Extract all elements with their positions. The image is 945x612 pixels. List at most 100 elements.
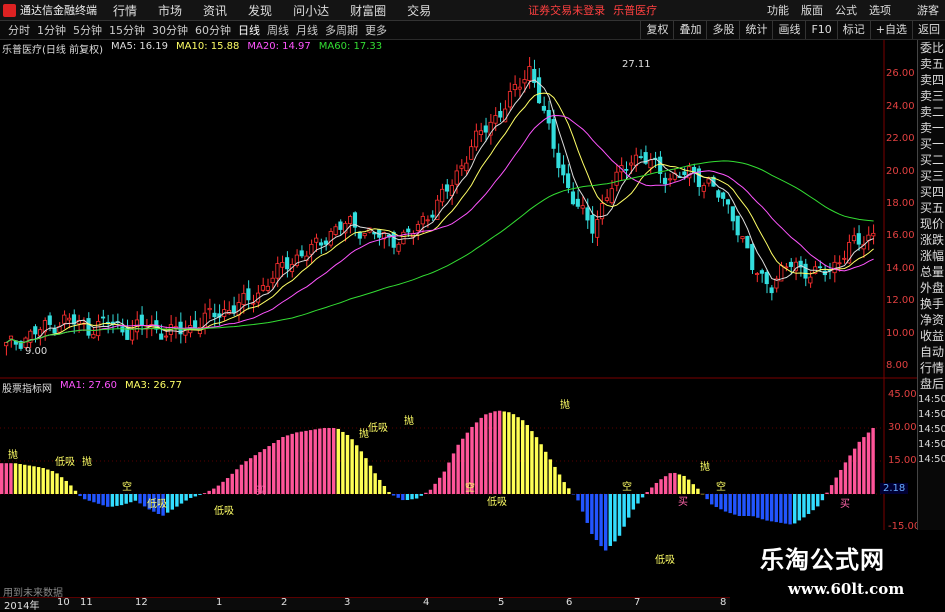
side-panel-item[interactable]: 14:50 xyxy=(918,422,945,437)
price-tick-label: 16.00 xyxy=(886,230,915,242)
indicator-bar xyxy=(13,463,18,494)
quote-side-panel[interactable]: 委比 卖五 卖四 卖三 卖二 卖一 买一 买二 买三 买四 买五 现价 涨跌 涨幅 总量 外盘 换手 净资 收益 自动… xyxy=(917,40,945,609)
indicator-bar xyxy=(202,493,207,494)
side-panel-item[interactable]: 14:50 xyxy=(918,452,945,467)
candle-body xyxy=(706,178,711,184)
indicator-bar xyxy=(723,494,728,512)
price-chart-svg[interactable]: 27.119.00抛低吸 抛空低吸低吸买抛低吸抛空低吸抛空低吸买抛空买 xyxy=(0,0,917,609)
date-tick-label: 1 xyxy=(216,597,223,608)
date-tick-label: 7 xyxy=(634,597,641,608)
price-tick-label: 14.00 xyxy=(886,262,915,274)
price-tick-label: 12.00 xyxy=(886,295,915,307)
side-panel-item[interactable]: 总量 xyxy=(918,264,945,280)
side-panel-item[interactable]: 涨跌 xyxy=(918,232,945,248)
indicator-bar xyxy=(230,473,234,494)
side-panel-item[interactable]: 买一 xyxy=(918,136,945,152)
candle-body xyxy=(444,184,450,192)
candle-body xyxy=(701,185,706,192)
indicator-bar xyxy=(839,469,843,494)
candle-body xyxy=(391,231,396,248)
indicator-bar xyxy=(673,472,677,494)
high-price-label: 27.11 xyxy=(622,59,651,70)
candle-body xyxy=(91,333,96,339)
side-panel-item[interactable]: 委比 xyxy=(918,40,945,56)
candle-body xyxy=(96,321,101,337)
indicator-bar xyxy=(797,494,802,521)
side-panel-item[interactable]: 收益 xyxy=(918,328,945,344)
indicator-bar xyxy=(742,494,746,516)
side-panel-item[interactable]: 卖一 xyxy=(918,120,945,136)
side-panel-item[interactable]: 现价 xyxy=(918,216,945,232)
candle-body xyxy=(517,86,522,90)
side-panel-item[interactable]: 换手 xyxy=(918,296,945,312)
side-panel-item[interactable]: 自动 xyxy=(918,344,945,360)
side-panel-item[interactable]: 买五 xyxy=(918,200,945,216)
guest-label[interactable]: 游客 xyxy=(917,2,939,18)
date-tick-label: 11 xyxy=(80,597,93,608)
indicator-bar xyxy=(438,477,442,494)
indicator-bar xyxy=(318,428,322,494)
candle-body xyxy=(556,152,561,169)
candle-body xyxy=(769,287,774,294)
indicator-bar xyxy=(617,494,622,536)
side-panel-item[interactable]: 行情 xyxy=(918,360,945,376)
indicator-bar xyxy=(221,481,225,494)
candle-body xyxy=(561,164,566,176)
candle-body xyxy=(406,228,411,233)
indicator-bar xyxy=(373,473,377,494)
indicator-bar xyxy=(737,494,742,516)
side-panel-item[interactable]: 14:50 xyxy=(918,407,945,422)
side-panel-item[interactable]: 净资 xyxy=(918,312,945,328)
indicator-bar xyxy=(64,480,68,494)
indicator-signal-label: 空 xyxy=(622,480,632,493)
side-panel-item[interactable]: 盘后 xyxy=(918,376,945,392)
candle-body xyxy=(459,165,464,169)
indicator-tick-label: 15.00 xyxy=(888,455,917,466)
side-panel-item[interactable]: 外盘 xyxy=(918,280,945,296)
indicator-bar xyxy=(539,444,543,494)
indicator-signal-label: 抛 xyxy=(700,460,710,473)
indicator-bar xyxy=(364,458,368,494)
indicator-bar xyxy=(686,479,691,494)
indicator-bar xyxy=(193,494,198,497)
indicator-bar xyxy=(640,494,645,498)
candle-body xyxy=(662,177,668,185)
candle-body xyxy=(52,328,57,334)
side-panel-item[interactable]: 卖三 xyxy=(918,88,945,104)
indicator-bar xyxy=(774,494,778,523)
indicator-signal-label: 低吸 xyxy=(487,495,507,508)
ma10-line xyxy=(6,92,874,344)
candle-body xyxy=(541,105,546,111)
candle-body xyxy=(469,146,474,160)
indicator-bar xyxy=(857,441,861,494)
indicator-bar xyxy=(401,494,405,501)
side-panel-item[interactable]: 买四 xyxy=(918,184,945,200)
side-panel-item[interactable]: 涨幅 xyxy=(918,248,945,264)
candle-body xyxy=(314,237,319,243)
indicator-bar xyxy=(650,487,654,494)
candle-body xyxy=(348,216,353,225)
candle-body xyxy=(100,316,106,319)
indicator-bar xyxy=(442,471,447,494)
indicator-bar xyxy=(378,479,382,494)
indicator-bar xyxy=(663,476,668,494)
side-panel-item[interactable]: 买二 xyxy=(918,152,945,168)
side-panel-item[interactable]: 卖五 xyxy=(918,56,945,72)
side-panel-item[interactable]: 14:50 xyxy=(918,437,945,452)
indicator-bar xyxy=(461,438,465,494)
indicator-signal-label: 抛 xyxy=(82,455,92,468)
candle-body xyxy=(551,118,556,149)
indicator-bar xyxy=(733,494,737,515)
side-panel-item[interactable]: 卖二 xyxy=(918,104,945,120)
indicator-bar xyxy=(576,494,580,501)
side-panel-item[interactable]: 买三 xyxy=(918,168,945,184)
candle-body xyxy=(333,226,338,235)
candle-body xyxy=(498,111,503,118)
indicator-bar xyxy=(115,494,119,506)
candle-body xyxy=(609,188,614,204)
candle-body xyxy=(522,79,527,84)
candle-body xyxy=(241,292,246,305)
side-panel-item[interactable]: 卖四 xyxy=(918,72,945,88)
side-panel-item[interactable]: 14:50 xyxy=(918,392,945,407)
candle-body xyxy=(246,288,251,301)
